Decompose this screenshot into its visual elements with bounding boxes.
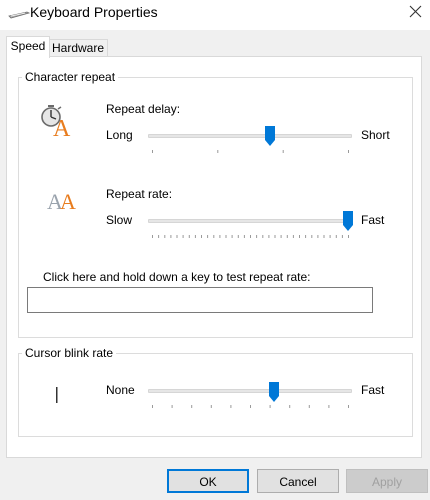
cancel-button[interactable]: Cancel [257,469,339,493]
slider-tick [323,235,325,238]
cursor-blink-min-label: None [106,383,135,397]
slider-tick [194,235,196,238]
slider-tick [341,235,343,238]
slider-tick [231,235,233,238]
slider-tick [286,235,288,238]
cursor-blink-legend: Cursor blink rate [22,345,117,361]
slider-tick [274,235,276,238]
slider-tick [188,235,190,238]
close-icon [409,5,422,18]
slider-tick [250,405,251,408]
close-button[interactable] [400,0,430,30]
slider-tick [225,235,227,238]
repeat-rate-track[interactable] [148,219,352,223]
slider-tick [213,235,215,238]
test-repeat-input[interactable] [27,287,373,313]
cursor-blink-track[interactable] [148,389,352,393]
slider-tick [201,235,202,238]
slider-tick [164,235,166,238]
tab-hardware[interactable]: Hardware [48,39,108,57]
slider-tick [243,235,245,238]
repeat-rate-min-label: Slow [106,213,133,227]
slider-tick [348,235,349,238]
repeat-delay-max-label: Short [361,128,390,142]
repeat-rate-icon: A A [47,189,76,213]
speed-tab-panel: Character repeat A Repeat delay: Long Sh… [6,56,422,458]
repeat-delay-thumb[interactable] [264,126,275,146]
cursor-preview-icon [56,387,58,403]
slider-tick [262,235,264,238]
slider-tick [207,235,209,238]
slider-tick [152,235,153,238]
cursor-blink-thumb[interactable] [268,382,279,402]
repeat-delay-icon: A [41,105,71,138]
repeat-rate-thumb[interactable] [343,211,353,231]
slider-tick [348,405,349,408]
slider-tick [311,235,313,238]
slider-tick [237,235,239,238]
keyboard-icon [8,11,30,19]
repeat-rate-max-label: Fast [361,213,385,227]
slider-tick [269,405,271,408]
svg-text:A: A [60,189,76,213]
repeat-delay-track[interactable] [148,134,352,138]
slider-tick [329,235,331,238]
slider-tick [170,235,172,238]
slider-tick [219,235,221,238]
ok-button[interactable]: OK [167,469,249,493]
slider-tick [328,405,330,408]
slider-tick [250,235,251,238]
slider-tick [308,405,310,408]
slider-tick [152,150,153,153]
slider-tick [158,235,160,238]
slider-tick [348,150,349,153]
slider-tick [268,235,270,238]
svg-text:A: A [53,116,71,138]
test-prompt: Click here and hold down a key to test r… [43,270,311,284]
slider-tick [280,235,282,238]
repeat-delay-label: Repeat delay: [106,102,181,116]
slider-tick [299,235,300,238]
cursor-blink-group: Cursor blink rate None Fast [18,345,413,437]
window-title: Keyboard Properties [30,4,158,20]
cursor-blink-ticks [152,405,349,408]
slider-tick [176,235,178,238]
repeat-delay-ticks [152,150,349,153]
repeat-delay-min-label: Long [106,128,133,142]
repeat-rate-ticks [152,235,349,238]
slider-tick [230,405,232,408]
character-repeat-legend: Character repeat [22,69,119,85]
slider-tick [282,150,284,153]
title-bar: Keyboard Properties [0,0,430,30]
slider-tick [305,235,307,238]
slider-tick [182,235,184,238]
repeat-rate-label: Repeat rate: [106,187,173,201]
cursor-blink-max-label: Fast [361,383,385,397]
slider-tick [289,405,291,408]
slider-tick [256,235,258,238]
slider-tick [217,150,219,153]
slider-tick [152,405,153,408]
slider-tick [191,405,193,408]
slider-tick [292,235,294,238]
apply-button[interactable]: Apply [346,469,428,493]
slider-tick [335,235,337,238]
slider-tick [317,235,319,238]
tab-speed[interactable]: Speed [6,36,50,58]
slider-tick [171,405,173,408]
slider-tick [210,405,212,408]
